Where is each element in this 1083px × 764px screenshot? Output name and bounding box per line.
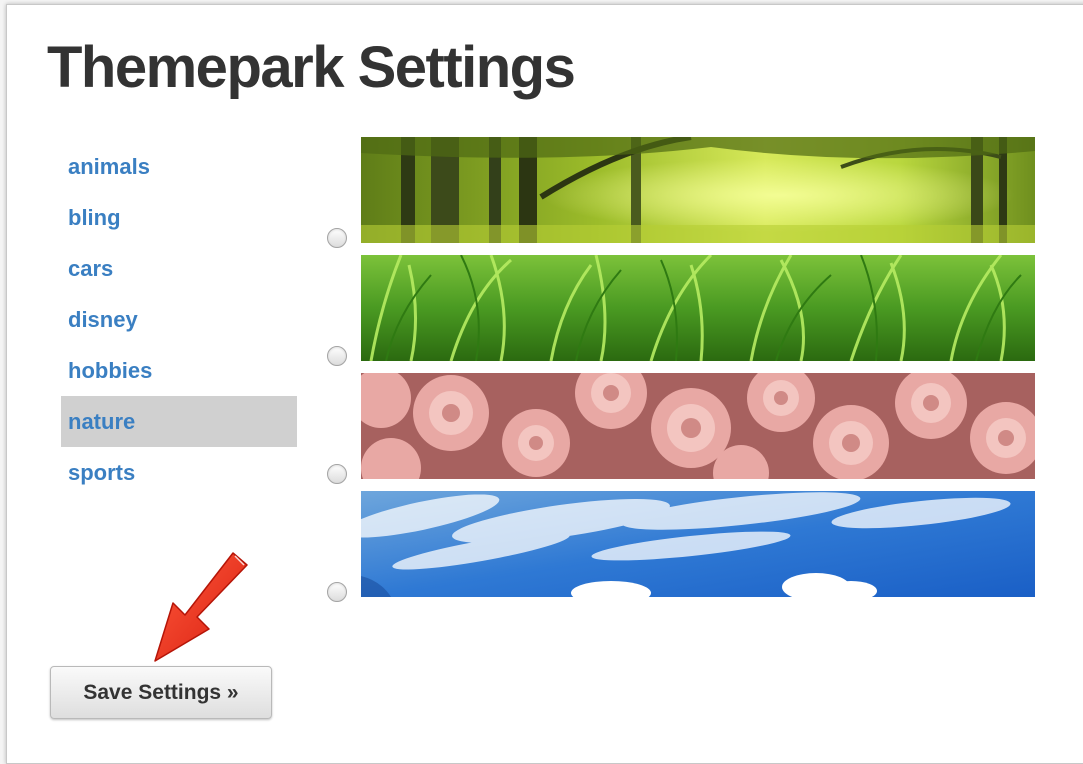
category-item-disney[interactable]: disney: [61, 294, 297, 345]
category-list: animals bling cars disney hobbies nature…: [61, 141, 297, 498]
category-item-nature[interactable]: nature: [61, 396, 297, 447]
theme-option-roses[interactable]: [327, 373, 1037, 484]
theme-option-sky[interactable]: [327, 491, 1037, 602]
roses-theme-image[interactable]: [361, 373, 1035, 479]
theme-radio-grass[interactable]: [327, 346, 347, 366]
page-title: Themepark Settings: [47, 35, 576, 100]
sky-theme-image[interactable]: [361, 491, 1035, 597]
category-item-bling[interactable]: bling: [61, 192, 297, 243]
red-arrow-icon: [154, 552, 248, 662]
theme-option-forest[interactable]: [327, 137, 1037, 248]
category-item-animals[interactable]: animals: [61, 141, 297, 192]
grass-theme-image[interactable]: [361, 255, 1035, 361]
save-settings-button[interactable]: Save Settings »: [50, 666, 272, 719]
theme-option-grass[interactable]: [327, 255, 1037, 366]
theme-radio-sky[interactable]: [327, 582, 347, 602]
theme-radio-roses[interactable]: [327, 464, 347, 484]
category-item-hobbies[interactable]: hobbies: [61, 345, 297, 396]
forest-theme-image[interactable]: [361, 137, 1035, 243]
category-item-sports[interactable]: sports: [61, 447, 297, 498]
category-item-cars[interactable]: cars: [61, 243, 297, 294]
theme-radio-forest[interactable]: [327, 228, 347, 248]
settings-panel: Themepark Settings animals bling cars di…: [6, 4, 1083, 764]
